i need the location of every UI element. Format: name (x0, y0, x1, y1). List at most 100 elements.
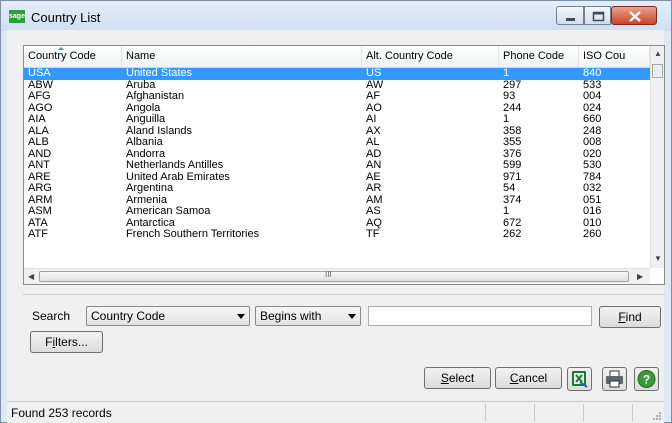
status-panel (632, 404, 633, 421)
country-grid[interactable]: Country Code Name Alt. Country Code Phon… (23, 45, 665, 285)
cell-country-code: AGO (28, 102, 53, 114)
cell-phone-code: 1 (503, 68, 510, 79)
table-row[interactable]: ATA Antarctica AQ 672 010 (24, 218, 650, 230)
cell-phone-code: 54 (503, 183, 516, 194)
horizontal-scroll-thumb[interactable]: III (39, 270, 629, 282)
table-row[interactable]: AFG Afghanistan AF 93 004 (24, 91, 650, 103)
cell-phone-code: 297 (503, 79, 522, 91)
resize-grip-icon[interactable] (652, 411, 662, 421)
scroll-right-arrow-icon[interactable]: ▶ (637, 272, 643, 281)
cell-alt-code: AR (366, 183, 382, 194)
scroll-down-arrow-icon[interactable]: ▼ (654, 254, 662, 263)
cell-alt-code: AL (366, 137, 380, 148)
select-button-label: Select (440, 371, 475, 385)
column-header-name[interactable]: Name (122, 46, 362, 67)
column-header-alt-country-code[interactable]: Alt. Country Code (362, 46, 499, 67)
cell-name: Angola (126, 102, 161, 114)
sage-app-icon: sage (9, 10, 25, 23)
table-row[interactable]: ARG Argentina AR 54 032 (24, 183, 650, 195)
cell-iso-code: 016 (583, 206, 602, 217)
status-panel (583, 404, 584, 421)
cell-iso-code: 248 (583, 125, 602, 137)
column-header-iso-code[interactable]: ISO Cou (579, 46, 650, 67)
search-operator-dropdown[interactable]: Begins with (255, 306, 361, 326)
cell-iso-code: 533 (583, 79, 602, 91)
table-row[interactable]: USA United States US 1 840 (24, 68, 650, 80)
filters-button[interactable]: Filters... (30, 331, 103, 353)
cell-alt-code: AQ (366, 217, 382, 229)
search-field-dropdown[interactable]: Country Code (86, 306, 250, 326)
select-button[interactable]: Select (424, 367, 491, 389)
excel-export-button[interactable] (567, 367, 592, 391)
cell-name: United States (126, 68, 193, 79)
cell-country-code: ASM (28, 206, 52, 217)
table-row[interactable]: ASM American Samoa AS 1 016 (24, 206, 650, 218)
vertical-scroll-thumb[interactable] (652, 64, 663, 78)
cell-name: Afghanistan (126, 91, 185, 102)
cell-phone-code: 93 (503, 91, 516, 102)
print-button[interactable] (602, 367, 627, 391)
table-row[interactable]: AND Andorra AD 376 020 (24, 149, 650, 161)
find-button[interactable]: Find (599, 306, 661, 328)
cell-phone-code: 374 (503, 194, 522, 206)
cell-phone-code: 1 (503, 114, 510, 125)
cell-name: American Samoa (126, 206, 211, 217)
vertical-scrollbar[interactable]: ▲ ▼ (650, 46, 664, 268)
table-row[interactable]: ANT Netherlands Antilles AN 599 530 (24, 160, 650, 172)
cell-name: Andorra (126, 148, 166, 160)
table-row[interactable]: ALB Albania AL 355 008 (24, 137, 650, 149)
chevron-down-icon (348, 314, 356, 319)
cell-name: United Arab Emirates (126, 171, 230, 183)
cell-country-code: ALB (28, 137, 49, 148)
column-header-country-code[interactable]: Country Code (24, 46, 122, 67)
close-button[interactable] (611, 6, 657, 25)
cell-country-code: AFG (28, 91, 51, 102)
table-row[interactable]: ATF French Southern Territories TF 262 260 (24, 229, 650, 241)
find-button-label: Find (618, 310, 642, 324)
cell-phone-code: 358 (503, 125, 522, 137)
cell-phone-code: 355 (503, 137, 522, 148)
cell-iso-code: 840 (583, 68, 602, 79)
scroll-left-arrow-icon[interactable]: ◀ (28, 272, 34, 281)
sort-ascending-icon (58, 47, 64, 50)
filters-button-label: Filters... (45, 335, 88, 349)
help-icon: ? (637, 370, 656, 388)
cell-phone-code: 376 (503, 148, 522, 160)
help-button[interactable]: ? (634, 367, 659, 391)
cell-country-code: USA (28, 68, 51, 79)
cell-alt-code: AF (366, 91, 381, 102)
table-row[interactable]: ARM Armenia AM 374 051 (24, 195, 650, 207)
excel-export-icon (572, 371, 588, 388)
separator (23, 294, 665, 295)
scroll-up-arrow-icon[interactable]: ▲ (654, 49, 662, 58)
cell-alt-code: AO (366, 102, 382, 114)
cell-alt-code: AD (366, 148, 382, 160)
cell-name: Armenia (126, 194, 167, 206)
cell-alt-code: AW (366, 79, 384, 91)
cell-alt-code: AX (366, 125, 381, 137)
table-row[interactable]: ABW Aruba AW 297 533 (24, 80, 650, 92)
cell-iso-code: 024 (583, 102, 602, 114)
cell-country-code: ATF (28, 229, 48, 240)
cell-iso-code: 784 (583, 171, 602, 183)
cell-alt-code: AS (366, 206, 381, 217)
cell-iso-code: 008 (583, 137, 602, 148)
chevron-down-icon (237, 314, 245, 319)
minimize-button[interactable] (556, 6, 584, 25)
cell-alt-code: AE (366, 171, 381, 183)
table-row[interactable]: AGO Angola AO 244 024 (24, 103, 650, 115)
cell-alt-code: TF (366, 229, 380, 240)
table-row[interactable]: ARE United Arab Emirates AE 971 784 (24, 172, 650, 184)
cancel-button[interactable]: Cancel (495, 367, 562, 389)
cell-phone-code: 672 (503, 217, 522, 229)
table-row[interactable]: AIA Anguilla AI 1 660 (24, 114, 650, 126)
cell-alt-code: AI (366, 114, 377, 125)
table-row[interactable]: ALA Åland Islands AX 358 248 (24, 126, 650, 138)
cell-phone-code: 1 (503, 206, 510, 217)
maximize-button[interactable] (584, 6, 611, 25)
search-input[interactable] (368, 306, 592, 326)
horizontal-scrollbar[interactable]: ◀ III ▶ (24, 268, 650, 284)
status-panel (485, 404, 486, 421)
column-header-phone-code[interactable]: Phone Code (499, 46, 579, 67)
cancel-button-label: Cancel (509, 371, 548, 385)
